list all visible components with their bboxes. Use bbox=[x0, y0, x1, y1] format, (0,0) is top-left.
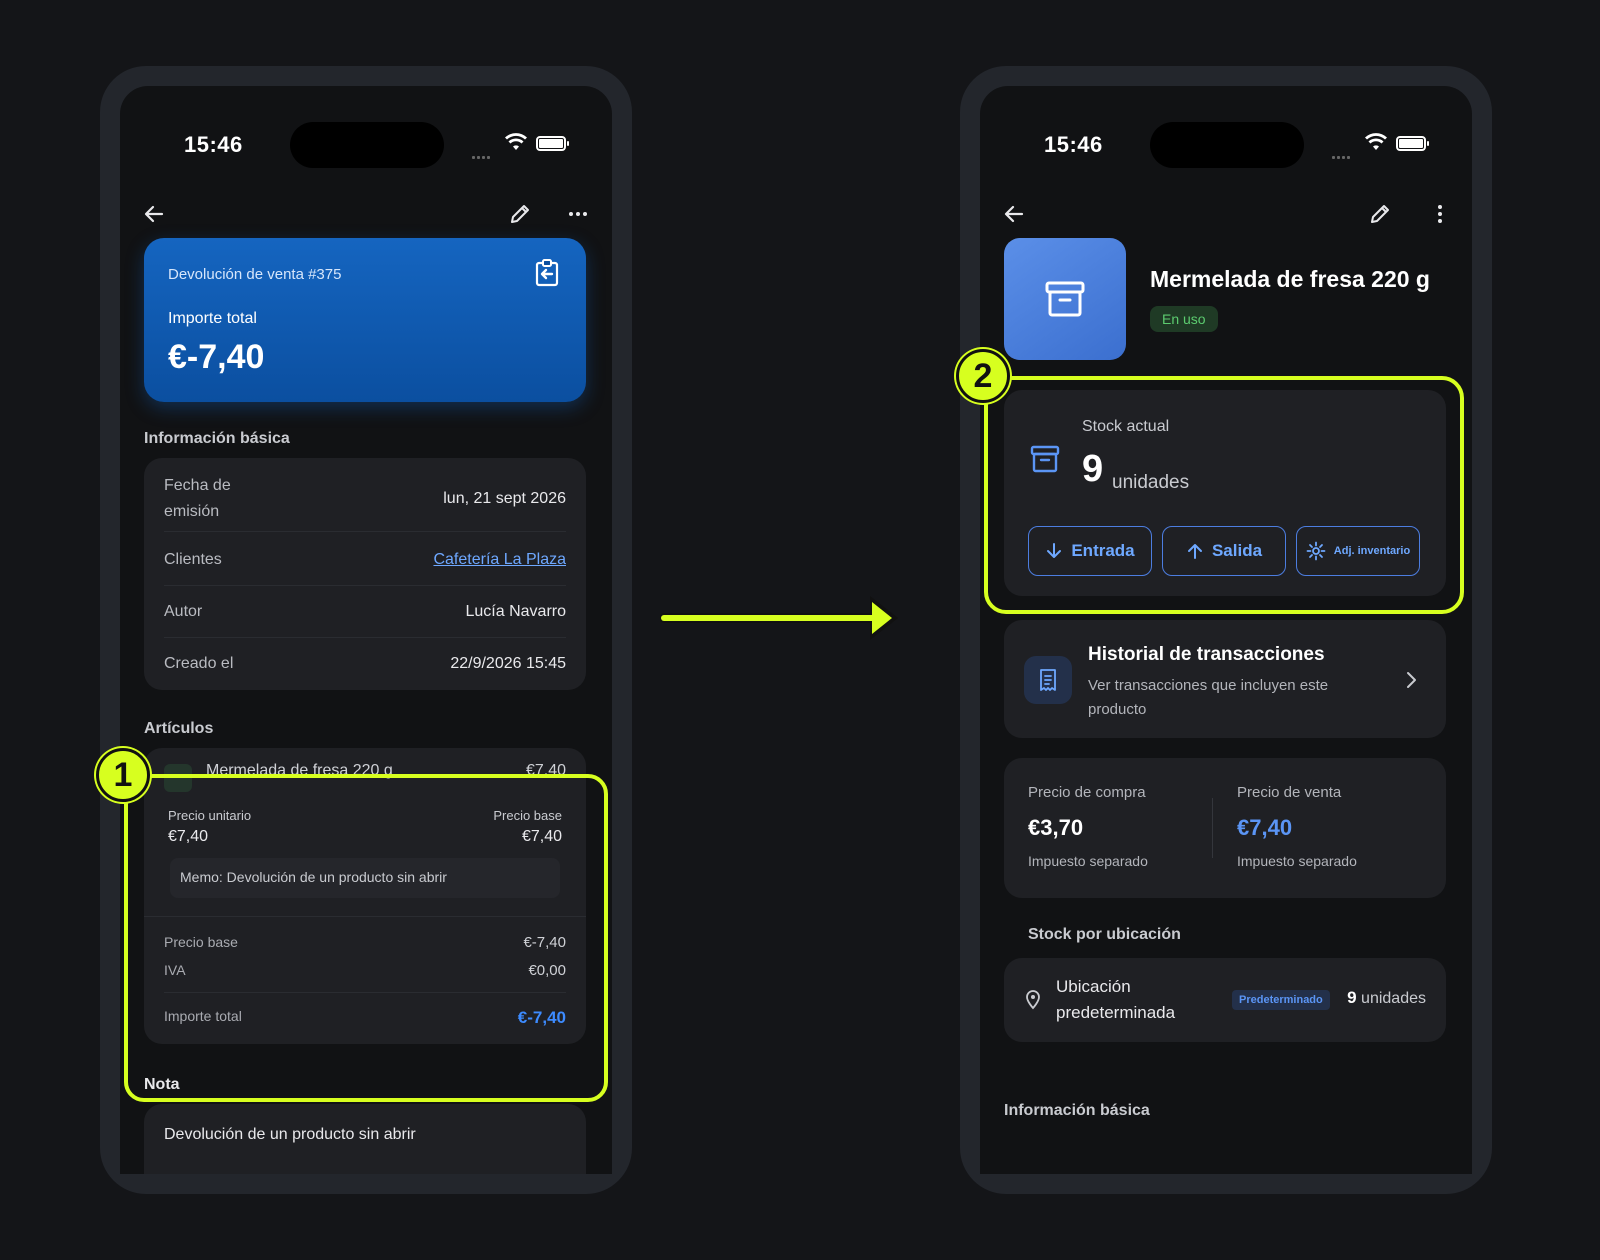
back-button[interactable] bbox=[138, 198, 170, 230]
signal-icon bbox=[472, 146, 494, 159]
info-value: Lucía Navarro bbox=[465, 602, 567, 620]
chevron-right-icon bbox=[1407, 672, 1416, 688]
sale-price-label: Precio de venta bbox=[1237, 784, 1342, 801]
items-heading: Artículos bbox=[144, 720, 214, 737]
nav-bar bbox=[120, 186, 612, 242]
sale-tax-note: Impuesto separado bbox=[1237, 853, 1357, 869]
wifi-icon bbox=[505, 133, 527, 150]
step-marker-2: 2 bbox=[956, 349, 1010, 403]
transition-arrow-icon bbox=[660, 596, 898, 640]
basic-info-heading: Información básica bbox=[144, 430, 290, 447]
location-count: 9 bbox=[1347, 988, 1357, 1007]
note-card: Devolución de un producto sin abrir bbox=[144, 1104, 586, 1174]
location-name: Ubicación predeterminada bbox=[1056, 977, 1176, 1022]
divider bbox=[1212, 798, 1213, 858]
client-link[interactable]: Cafetería La Plaza bbox=[433, 551, 566, 569]
history-title: Historial de transacciones bbox=[1088, 644, 1325, 665]
edit-button[interactable] bbox=[1364, 198, 1396, 230]
arrow-left-icon bbox=[144, 205, 164, 223]
info-key: Autor bbox=[164, 602, 203, 620]
basic-info-card: Fecha de emisión lun, 21 sept 2026 Clien… bbox=[144, 458, 586, 690]
purchase-price-value: €3,70 bbox=[1028, 815, 1084, 840]
info-value: 22/9/2026 15:45 bbox=[450, 655, 566, 672]
purchase-price: Precio de compra €3,70 Impuesto separado bbox=[1028, 784, 1148, 869]
location-unit: unidades bbox=[1361, 990, 1426, 1007]
arrow-left-icon bbox=[1004, 205, 1024, 223]
pencil-icon bbox=[511, 205, 529, 223]
screen-product-detail: 15:46 Mermelada de fresa 220 g En uso St… bbox=[980, 86, 1472, 1174]
status-badge: En uso bbox=[1150, 306, 1218, 332]
product-name: Mermelada de fresa 220 g bbox=[1150, 266, 1430, 292]
nav-bar bbox=[980, 186, 1472, 242]
document-title: Devolución de venta #375 bbox=[168, 266, 342, 283]
basic-info-heading: Información básica bbox=[1004, 1102, 1150, 1119]
wifi-icon bbox=[1365, 133, 1387, 150]
status-bar: 15:46 bbox=[120, 86, 612, 176]
archive-box-icon bbox=[1045, 281, 1085, 317]
more-button[interactable] bbox=[562, 198, 594, 230]
receipt-icon bbox=[1024, 656, 1072, 704]
more-horizontal-icon bbox=[569, 212, 587, 216]
pencil-icon bbox=[1371, 205, 1389, 223]
edit-button[interactable] bbox=[504, 198, 536, 230]
location-row[interactable]: Ubicación predeterminada Predeterminado … bbox=[1004, 958, 1446, 1042]
price-card: Precio de compra €3,70 Impuesto separado… bbox=[1004, 758, 1446, 898]
location-stock: 9 unidades bbox=[1347, 988, 1426, 1008]
sale-price: Precio de venta €7,40 Impuesto separado bbox=[1237, 784, 1357, 869]
transaction-history-card[interactable]: Historial de transacciones Ver transacci… bbox=[1004, 620, 1446, 738]
step-marker-1: 1 bbox=[96, 748, 150, 802]
total-summary-card: Devolución de venta #375 Importe total €… bbox=[144, 238, 586, 402]
return-clipboard-icon bbox=[535, 259, 559, 287]
info-value: lun, 21 sept 2026 bbox=[443, 489, 566, 507]
status-bar: 15:46 bbox=[980, 86, 1472, 176]
back-button[interactable] bbox=[998, 198, 1030, 230]
highlight-box-items bbox=[124, 774, 608, 1102]
info-key: Creado el bbox=[164, 655, 234, 672]
stock-by-location-heading: Stock por ubicación bbox=[1028, 926, 1181, 943]
info-key: Clientes bbox=[164, 550, 222, 568]
info-row-issue-date: Fecha de emisión lun, 21 sept 2026 bbox=[164, 466, 566, 532]
total-label: Importe total bbox=[168, 310, 257, 327]
location-pin-icon bbox=[1026, 990, 1040, 1010]
phone-frame-right: 15:46 Mermelada de fresa 220 g En uso St… bbox=[960, 66, 1492, 1194]
note-text: Devolución de un producto sin abrir bbox=[164, 1126, 416, 1143]
battery-icon bbox=[536, 136, 569, 151]
sale-price-value: €7,40 bbox=[1237, 815, 1293, 840]
signal-icon bbox=[1332, 146, 1354, 159]
purchase-price-label: Precio de compra bbox=[1028, 784, 1146, 801]
dynamic-island bbox=[290, 122, 444, 168]
status-time: 15:46 bbox=[184, 132, 243, 157]
product-image bbox=[1004, 238, 1126, 360]
info-row-client: Clientes Cafetería La Plaza bbox=[164, 534, 566, 586]
battery-icon bbox=[1396, 136, 1429, 151]
more-vertical-icon bbox=[1438, 205, 1442, 223]
info-key: Fecha de emisión bbox=[164, 476, 231, 520]
highlight-box-stock bbox=[984, 376, 1464, 614]
default-badge: Predeterminado bbox=[1232, 990, 1330, 1010]
purchase-tax-note: Impuesto separado bbox=[1028, 853, 1148, 869]
info-row-created: Creado el 22/9/2026 15:45 bbox=[164, 638, 566, 690]
status-time: 15:46 bbox=[1044, 132, 1103, 157]
total-amount: €-7,40 bbox=[168, 338, 265, 376]
dynamic-island bbox=[1150, 122, 1304, 168]
history-subtitle: Ver transacciones que incluyen este prod… bbox=[1088, 677, 1329, 718]
info-row-author: Autor Lucía Navarro bbox=[164, 586, 566, 638]
more-button[interactable] bbox=[1424, 198, 1456, 230]
